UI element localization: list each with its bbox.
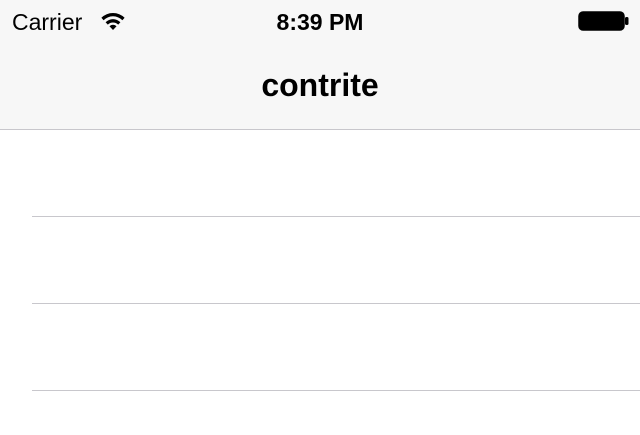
status-bar: Carrier 8:39 PM (0, 0, 640, 40)
status-time: 8:39 PM (276, 9, 364, 35)
table-row[interactable] (32, 130, 640, 217)
table-view[interactable] (0, 130, 640, 435)
app-screen: Carrier 8:39 PM contrite (0, 0, 640, 435)
table-row[interactable] (32, 304, 640, 391)
top-chrome: Carrier 8:39 PM contrite (0, 0, 640, 130)
battery-full-icon (578, 11, 630, 31)
table-row[interactable] (32, 217, 640, 304)
nav-title: contrite (261, 67, 379, 103)
